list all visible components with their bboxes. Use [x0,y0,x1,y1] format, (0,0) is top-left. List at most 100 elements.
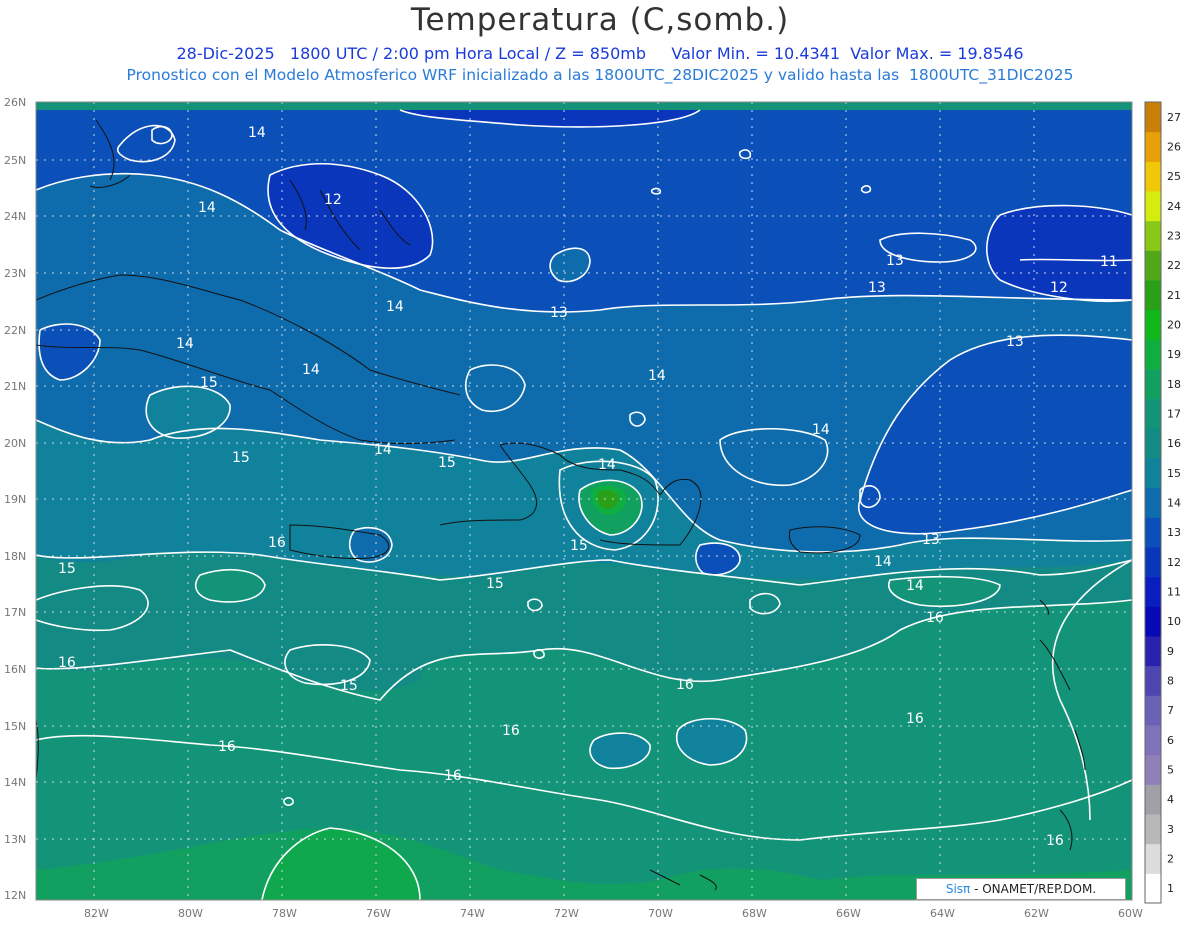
contour-label: 14 [176,336,194,352]
contour-label: 13 [868,280,886,296]
contour-label: 14 [198,200,216,216]
lon-label: 62W [1024,907,1049,920]
lon-label: 64W [930,907,955,920]
contour-label: 14 [386,299,404,315]
contour-label: 13 [886,253,904,269]
contour-label: 16 [1046,833,1064,849]
colorbar-swatch [1145,814,1161,845]
contour-label: 14 [248,125,266,141]
lat-label: 23N [4,267,26,280]
contour-label: 15 [438,455,456,471]
colorbar-label: 2 [1167,853,1174,866]
colorbar-label: 17 [1167,408,1181,421]
colorbar-label: 9 [1167,645,1174,658]
colorbar-label: 24 [1167,200,1181,213]
colorbar-swatch [1145,725,1161,756]
colorbar-swatch [1145,517,1161,548]
lat-label: 25N [4,154,26,167]
colorbar-label: 11 [1167,586,1181,599]
colorbar-swatch [1145,843,1161,874]
colorbar-label: 21 [1167,289,1181,302]
contour-label: 16 [444,768,462,784]
latitude-labels: 26N 25N 24N 23N 22N 21N 20N 19N 18N 17N … [4,96,26,902]
colorbar-swatch [1145,102,1161,133]
lon-label: 60W [1118,907,1143,920]
colorbar-swatch [1145,161,1161,192]
lon-label: 80W [178,907,203,920]
colorbar-swatch [1145,428,1161,459]
colorbar-label: 14 [1167,497,1181,510]
contour-label: 13 [1006,334,1024,350]
colorbar-label: 10 [1167,615,1181,628]
colorbar-label: 23 [1167,230,1181,243]
colorbar-label: 1 [1167,882,1174,895]
lon-label: 76W [366,907,391,920]
contour-label: 14 [812,422,830,438]
colorbar-swatch [1145,873,1161,904]
lat-label: 20N [4,437,26,450]
colorbar-label: 3 [1167,823,1174,836]
lat-label: 22N [4,324,26,337]
contour-label: 15 [200,375,218,391]
colorbar-label: 8 [1167,675,1174,688]
colorbar-swatch [1145,547,1161,578]
contour-label: 15 [570,538,588,554]
colorbar-swatch [1145,250,1161,281]
colorbar-swatch [1145,754,1161,785]
colorbar-label: 7 [1167,704,1174,717]
contour-label: 14 [874,554,892,570]
colorbar-swatch [1145,784,1161,815]
lat-label: 19N [4,493,26,506]
colorbar-label: 13 [1167,526,1181,539]
lat-label: 12N [4,889,26,902]
colorbar-swatch [1145,220,1161,251]
lon-label: 66W [836,907,861,920]
contour-label: 14 [598,457,616,473]
lon-label: 70W [648,907,673,920]
contour-label: 15 [232,450,250,466]
colorbar-label: 18 [1167,378,1181,391]
contour-label: 12 [324,192,342,208]
colorbar-label: 22 [1167,259,1181,272]
colorbar-label: 12 [1167,556,1181,569]
contour-label: 14 [302,362,320,378]
colorbar-label: 6 [1167,734,1174,747]
colorbar-swatch [1145,606,1161,637]
longitude-labels: 82W 80W 78W 76W 74W 72W 70W 68W 66W 64W … [84,907,1143,920]
contour-label: 16 [926,610,944,626]
lat-label: 13N [4,833,26,846]
colorbar-label: 26 [1167,141,1181,154]
color-scale-legend: 1234567891011121314151617181920212223242… [1144,101,1181,904]
lon-label: 82W [84,907,109,920]
colorbar-swatch [1145,695,1161,726]
lon-label: 72W [554,907,579,920]
contour-label: 16 [676,677,694,693]
shaded-field [36,102,1132,900]
contour-label: 16 [58,655,76,671]
colorbar-label: 15 [1167,467,1181,480]
temperature-map: 14 14 12 14 14 13 14 14 15 15 14 15 14 1… [4,96,1181,920]
colorbar-label: 5 [1167,764,1174,777]
colorbar-swatch [1145,339,1161,370]
contour-label: 14 [906,578,924,594]
contour-label: 13 [922,532,940,548]
colorbar-label: 4 [1167,793,1174,806]
brand-logo-text: Sisπ [945,882,971,896]
colorbar-swatch [1145,309,1161,340]
colorbar-swatch [1145,487,1161,518]
colorbar-swatch [1145,398,1161,429]
contour-label: 13 [550,305,568,321]
colorbar-swatch [1145,636,1161,667]
contour-label: 11 [1100,254,1118,270]
colorbar-swatch [1145,131,1161,162]
colorbar-swatch [1145,458,1161,489]
contour-label: 16 [268,535,286,551]
colorbar-swatch [1145,369,1161,400]
contour-label: 15 [58,561,76,577]
lat-label: 17N [4,606,26,619]
lat-label: 26N [4,96,26,109]
credit-box: Sisπ - ONAMET/REP.DOM. [916,878,1126,900]
lat-label: 16N [4,663,26,676]
colorbar-label: 19 [1167,348,1181,361]
colorbar-swatch [1145,576,1161,607]
